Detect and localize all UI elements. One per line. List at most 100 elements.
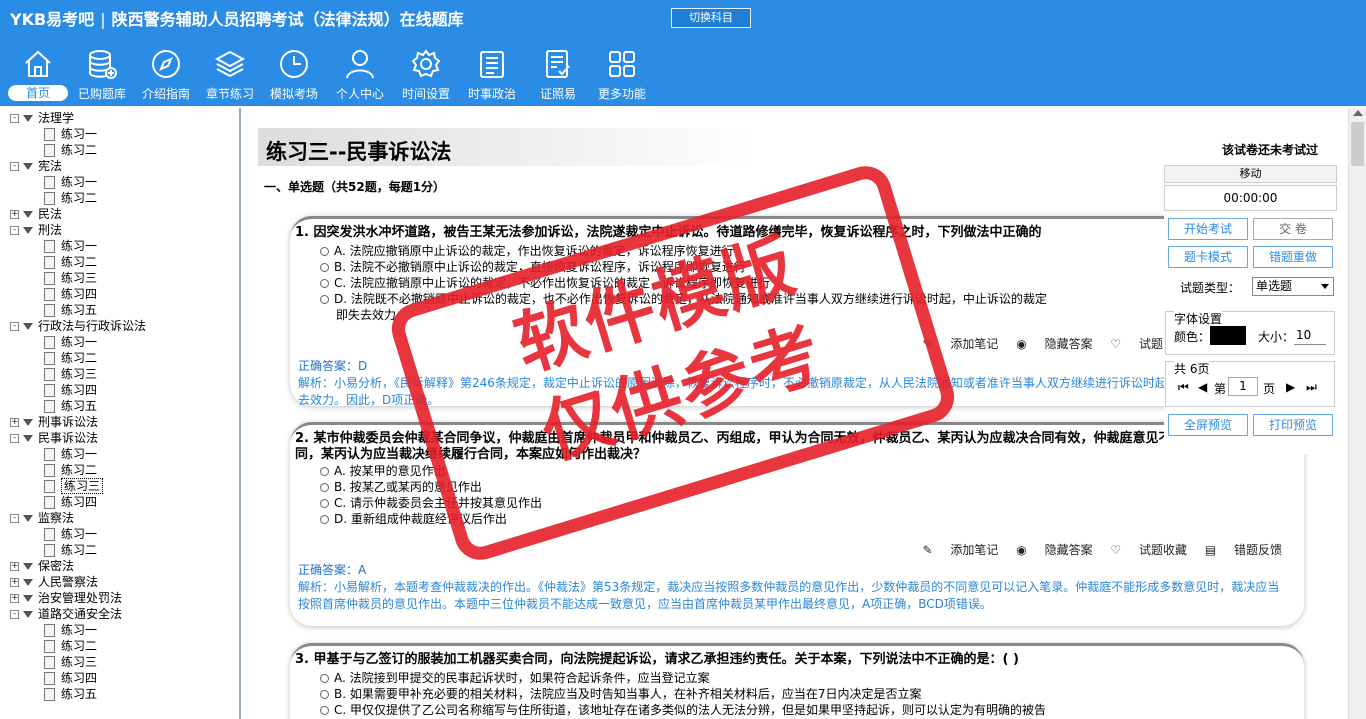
option-b[interactable]: B. 法院不必撤销原中止诉讼的裁定，直接恢复诉讼程序，诉讼程序即恢复进行 — [320, 259, 746, 275]
tree-folder[interactable]: - 法理学 — [10, 110, 74, 126]
tree-folder[interactable]: - 行政法与行政诉讼法 — [10, 318, 146, 334]
last-page-icon[interactable]: ⏭ — [1306, 380, 1317, 395]
tree-folder[interactable]: - 道路交通安全法 — [10, 606, 122, 622]
scroll-up-icon[interactable] — [1353, 110, 1363, 116]
tree-folder[interactable]: - 刑法 — [10, 222, 62, 238]
tree-leaf[interactable]: 练习四 — [44, 382, 97, 398]
expand-icon[interactable]: + — [10, 594, 19, 603]
tree-leaf[interactable]: 练习一 — [44, 174, 97, 190]
radio-icon[interactable] — [320, 263, 329, 272]
tree-leaf[interactable]: 练习三 — [44, 366, 97, 382]
expand-icon[interactable]: + — [10, 210, 19, 219]
tree-leaf[interactable]: 练习一 — [44, 238, 97, 254]
tree-folder[interactable]: + 治安管理处罚法 — [10, 590, 122, 606]
collapse-icon[interactable]: - — [10, 226, 19, 235]
hide-answer-button[interactable]: ◉ 隐藏答案 — [1016, 337, 1092, 351]
tree-leaf[interactable]: 练习四 — [44, 286, 97, 302]
option-c[interactable]: C. 甲仅仅提供了乙公司名称缩写与住所街道，该地址存在诸多类似的法人无法分辨，但… — [320, 702, 1046, 718]
tree-leaf[interactable]: 练习五 — [44, 302, 97, 318]
expand-icon[interactable]: + — [10, 418, 19, 427]
tree-leaf[interactable]: 练习二 — [44, 142, 97, 158]
tree-leaf[interactable]: 练习四 — [44, 494, 97, 510]
tree-leaf[interactable]: 练习二 — [44, 254, 97, 270]
expand-icon[interactable]: + — [10, 562, 19, 571]
tree-leaf[interactable]: 练习三 — [44, 654, 97, 670]
tree-leaf[interactable]: 练习五 — [44, 398, 97, 414]
nav-item-4[interactable]: 章节练习 — [198, 48, 262, 104]
tree-leaf[interactable]: 练习三 — [44, 478, 104, 494]
tree-folder[interactable]: + 保密法 — [10, 558, 74, 574]
collapse-icon[interactable]: - — [10, 322, 19, 331]
collapse-icon[interactable]: - — [10, 114, 19, 123]
chapter-tree[interactable]: - 法理学 练习一 练习二 - 宪法 练习一 练习二 + 民法 - 刑法 练习一 练习二 练习三 练习四 练习五… — [0, 108, 241, 719]
tree-leaf[interactable]: 练习三 — [44, 270, 97, 286]
nav-item-8[interactable]: 时事政治 — [460, 48, 524, 104]
add-note-button[interactable]: ✎ 添加笔记 — [923, 337, 999, 351]
expand-icon[interactable]: + — [10, 578, 19, 587]
radio-icon[interactable] — [320, 467, 329, 476]
nav-item-7[interactable]: 时间设置 — [394, 48, 458, 104]
radio-icon[interactable] — [320, 279, 329, 288]
collapse-icon[interactable]: - — [10, 514, 19, 523]
option-a[interactable]: A. 法院应撤销原中止诉讼的裁定，作出恢复诉讼的裁定，诉讼程序恢复进行 — [320, 243, 734, 259]
nav-item-5[interactable]: 模拟考场 — [262, 48, 326, 104]
feedback-button[interactable]: ▤ 错题反馈 — [1205, 543, 1282, 557]
collapse-icon[interactable]: - — [10, 434, 19, 443]
collapse-icon[interactable]: - — [10, 162, 19, 171]
tree-leaf[interactable]: 练习二 — [44, 350, 97, 366]
tree-folder[interactable]: + 民法 — [10, 206, 62, 222]
redo-wrong-button[interactable]: 错题重做 — [1253, 246, 1333, 268]
option-c[interactable]: C. 法院应撤销原中止诉讼的裁定，不必作出恢复诉讼的裁定，诉讼程序即恢复进行 — [320, 275, 770, 291]
tree-folder[interactable]: + 刑事诉讼法 — [10, 414, 98, 430]
nav-item-9[interactable]: 证照易 — [526, 48, 590, 104]
radio-icon[interactable] — [320, 515, 329, 524]
switch-subject-button[interactable]: 切换科目 — [671, 8, 751, 28]
tree-leaf[interactable]: 练习二 — [44, 542, 97, 558]
add-note-button[interactable]: ✎ 添加笔记 — [923, 543, 999, 557]
submit-button[interactable]: 交 卷 — [1253, 218, 1333, 240]
radio-icon[interactable] — [320, 499, 329, 508]
tree-leaf[interactable]: 练习四 — [44, 670, 97, 686]
option-c[interactable]: C. 请示仲裁委员会主任并按其意见作出 — [320, 495, 542, 511]
tree-folder[interactable]: + 人民警察法 — [10, 574, 98, 590]
tree-leaf[interactable]: 练习二 — [44, 190, 97, 206]
prev-page-icon[interactable]: ◀ — [1198, 380, 1207, 394]
panel-move-handle[interactable]: 移动 — [1164, 165, 1337, 183]
radio-icon[interactable] — [320, 674, 329, 683]
tree-leaf[interactable]: 练习一 — [44, 126, 97, 142]
tree-leaf[interactable]: 练习二 — [44, 638, 97, 654]
radio-icon[interactable] — [320, 295, 329, 304]
print-preview-button[interactable]: 打印预览 — [1253, 414, 1333, 436]
nav-item-10[interactable]: 更多功能 — [590, 48, 654, 104]
option-b[interactable]: B. 如果需要甲补充必要的相关材料，法院应当及时告知当事人，在补齐相关材料后，应… — [320, 686, 922, 702]
tree-folder[interactable]: - 宪法 — [10, 158, 62, 174]
scroll-thumb[interactable] — [1351, 122, 1364, 166]
content-scrollbar[interactable] — [1348, 108, 1366, 719]
radio-icon[interactable] — [320, 483, 329, 492]
tree-folder[interactable]: - 民事诉讼法 — [10, 430, 98, 446]
color-swatch[interactable] — [1210, 326, 1246, 345]
font-size-input[interactable]: 10 — [1294, 326, 1326, 345]
page-input[interactable]: 1 — [1228, 377, 1258, 396]
tree-leaf[interactable]: 练习五 — [44, 686, 97, 702]
start-exam-button[interactable]: 开始考试 — [1168, 218, 1248, 240]
option-d[interactable]: D. 重新组成仲裁庭经评议后作出 — [320, 511, 507, 527]
option-a[interactable]: A. 法院接到甲提交的民事起诉状时，如果符合起诉条件，应当登记立案 — [320, 670, 710, 686]
option-d[interactable]: D. 法院既不必撤销原中止诉讼的裁定，也不必作出恢复诉讼的裁定，从法院通知或准许… — [320, 291, 1047, 307]
hide-answer-button[interactable]: ◉ 隐藏答案 — [1016, 543, 1092, 557]
tree-leaf[interactable]: 练习一 — [44, 334, 97, 350]
radio-icon[interactable] — [320, 690, 329, 699]
card-mode-button[interactable]: 题卡模式 — [1168, 246, 1248, 268]
radio-icon[interactable] — [320, 706, 329, 715]
first-page-icon[interactable]: ⏮ — [1178, 380, 1189, 395]
tree-leaf[interactable]: 练习一 — [44, 526, 97, 542]
nav-item-1[interactable]: 首页 — [6, 48, 70, 104]
tree-leaf[interactable]: 练习一 — [44, 446, 97, 462]
nav-item-2[interactable]: 已购题库 — [70, 48, 134, 104]
option-b[interactable]: B. 按某乙或某丙的意见作出 — [320, 479, 482, 495]
favorite-button[interactable]: ♡ 试题收藏 — [1110, 543, 1187, 557]
tree-folder[interactable]: - 监察法 — [10, 510, 74, 526]
fullscreen-preview-button[interactable]: 全屏预览 — [1168, 414, 1248, 436]
tree-leaf[interactable]: 练习一 — [44, 622, 97, 638]
collapse-icon[interactable]: - — [10, 610, 19, 619]
